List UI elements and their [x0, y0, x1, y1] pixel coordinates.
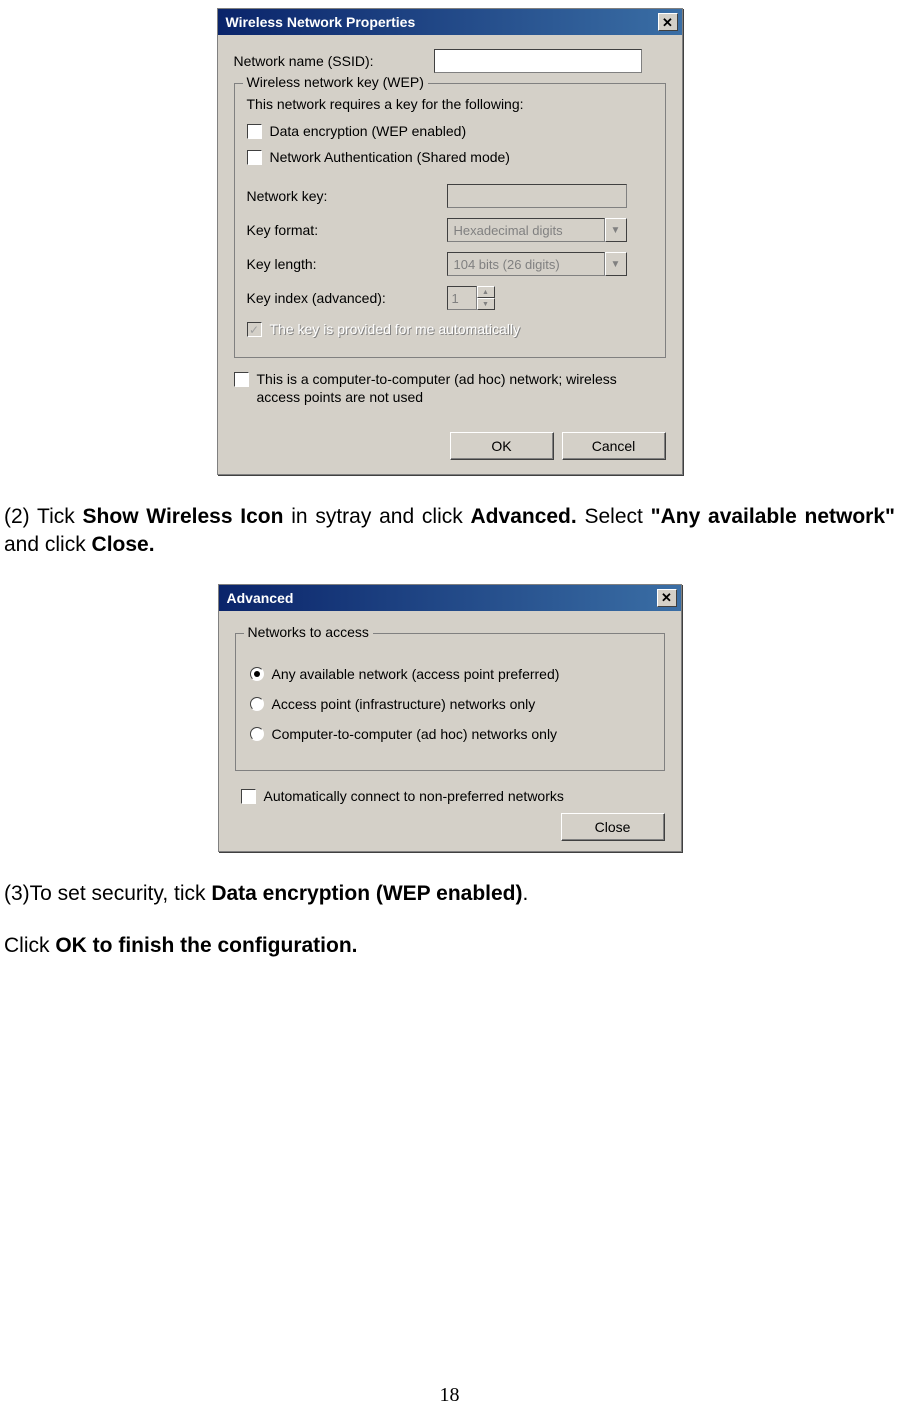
key-length-select: 104 bits (26 digits) — [447, 252, 605, 276]
advanced-dialog: Advanced ✕ Networks to access Any availa… — [218, 584, 682, 852]
adhoc-checkbox[interactable] — [234, 372, 249, 387]
auto-connect-checkbox[interactable] — [241, 789, 256, 804]
wep-group-title: Wireless network key (WEP) — [243, 74, 428, 90]
key-format-label: Key format: — [247, 222, 447, 238]
access-point-only-label: Access point (infrastructure) networks o… — [272, 696, 536, 712]
key-length-label: Key length: — [247, 256, 447, 272]
adhoc-only-radio[interactable] — [250, 727, 264, 741]
ssid-input[interactable] — [434, 49, 642, 73]
ssid-label: Network name (SSID): — [234, 53, 434, 69]
cancel-button[interactable]: Cancel — [562, 432, 666, 460]
dialog-title: Advanced — [227, 590, 294, 606]
wep-groupbox: Wireless network key (WEP) This network … — [234, 83, 666, 358]
network-auth-label: Network Authentication (Shared mode) — [270, 148, 510, 166]
auto-connect-label: Automatically connect to non-preferred n… — [264, 787, 564, 805]
key-index-label: Key index (advanced): — [247, 290, 447, 306]
spinner-up-icon: ▲ — [477, 286, 495, 298]
page-number: 18 — [0, 1384, 899, 1407]
wireless-properties-dialog: Wireless Network Properties ✕ Network na… — [217, 8, 683, 475]
network-key-input — [447, 184, 627, 208]
adhoc-label: This is a computer-to-computer (ad hoc) … — [257, 370, 637, 406]
networks-access-groupbox: Networks to access Any available network… — [235, 633, 665, 771]
auto-key-label: The key is provided for me automatically — [270, 320, 521, 338]
step-3-text: (3)To set security, tick Data encryption… — [0, 880, 899, 908]
key-index-input: 1 — [447, 286, 477, 310]
spinner-down-icon: ▼ — [477, 298, 495, 310]
any-network-radio[interactable] — [250, 667, 264, 681]
networks-access-title: Networks to access — [244, 624, 373, 640]
ok-button[interactable]: OK — [450, 432, 554, 460]
titlebar: Advanced ✕ — [219, 585, 681, 611]
close-icon[interactable]: ✕ — [657, 589, 677, 607]
network-auth-checkbox[interactable] — [247, 150, 262, 165]
auto-key-checkbox — [247, 322, 262, 337]
chevron-down-icon: ▼ — [605, 252, 627, 276]
close-button[interactable]: Close — [561, 813, 665, 841]
data-encryption-label: Data encryption (WEP enabled) — [270, 122, 467, 140]
adhoc-only-label: Computer-to-computer (ad hoc) networks o… — [272, 726, 558, 742]
close-icon[interactable]: ✕ — [658, 13, 678, 31]
dialog-title: Wireless Network Properties — [226, 14, 416, 30]
step-2-text: (2) Tick Show Wireless Icon in sytray an… — [0, 503, 899, 560]
titlebar: Wireless Network Properties ✕ — [218, 9, 682, 35]
network-key-label: Network key: — [247, 188, 447, 204]
data-encryption-checkbox[interactable] — [247, 124, 262, 139]
chevron-down-icon: ▼ — [605, 218, 627, 242]
any-network-label: Any available network (access point pref… — [272, 666, 560, 682]
access-point-only-radio[interactable] — [250, 697, 264, 711]
final-instruction-text: Click OK to finish the configuration. — [0, 932, 899, 960]
wep-intro-text: This network requires a key for the foll… — [247, 96, 653, 112]
key-format-select: Hexadecimal digits — [447, 218, 605, 242]
